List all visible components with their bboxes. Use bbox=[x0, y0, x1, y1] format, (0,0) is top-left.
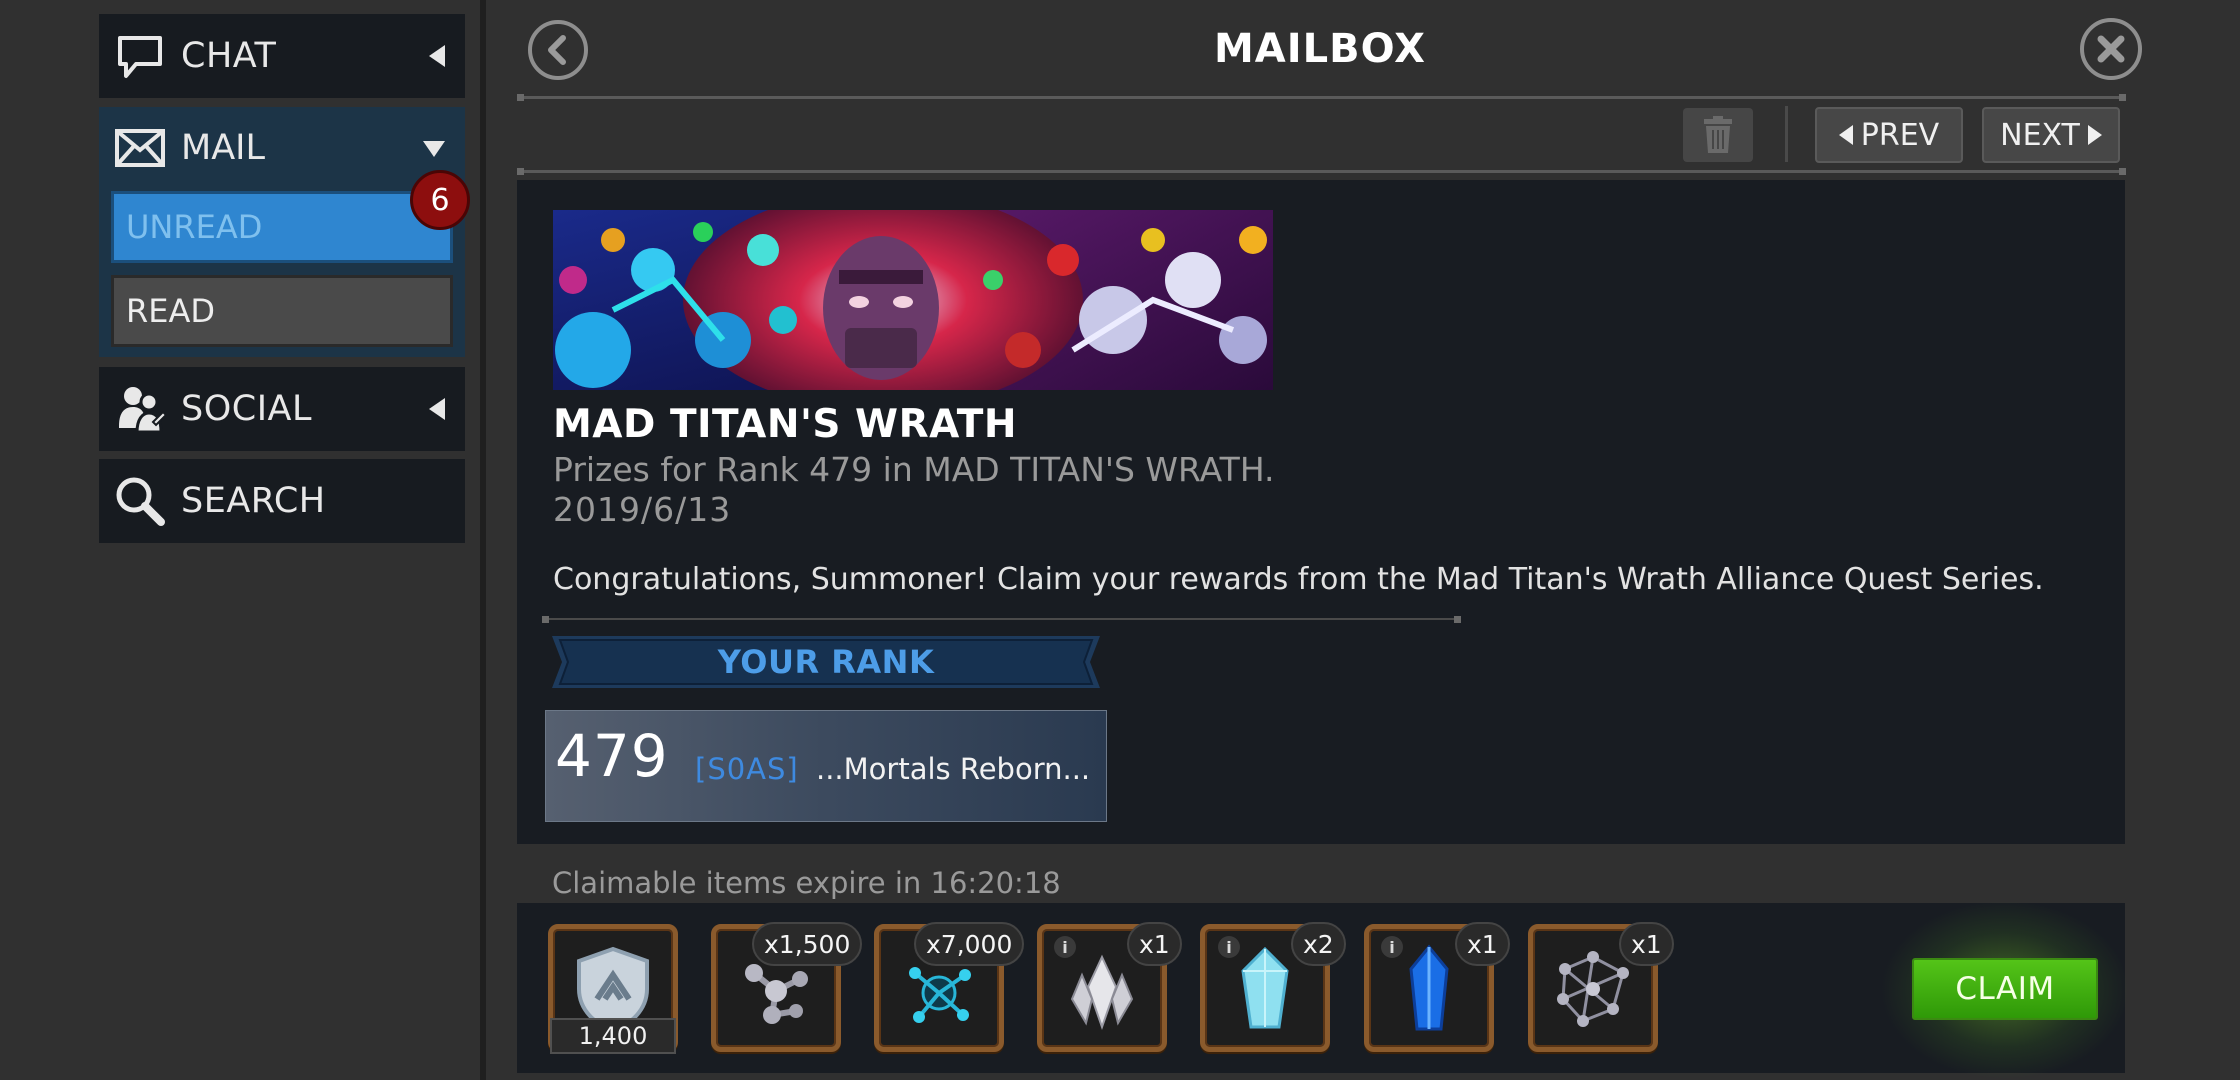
message-body: Congratulations, Summoner! Claim your re… bbox=[553, 562, 2044, 597]
toolbar-separator bbox=[1785, 106, 1788, 162]
unread-count-badge: 6 bbox=[410, 170, 470, 230]
claim-button[interactable]: CLAIM bbox=[1912, 958, 2098, 1020]
reward-quantity: x1,500 bbox=[752, 922, 863, 966]
rank-heading: YOUR RANK bbox=[717, 643, 935, 681]
reward-quantity: x1 bbox=[1455, 922, 1510, 966]
next-button[interactable]: NEXT bbox=[1982, 107, 2120, 163]
read-tab[interactable]: READ bbox=[111, 275, 453, 347]
unread-tab-label: UNREAD bbox=[126, 208, 263, 246]
chevron-left-icon bbox=[548, 35, 566, 65]
sidebar-item-search[interactable]: SEARCH bbox=[99, 459, 465, 543]
alliance-name: ...Mortals Reborn... bbox=[816, 752, 1091, 786]
sidebar-divider bbox=[480, 0, 486, 1080]
back-button[interactable] bbox=[528, 20, 588, 80]
divider bbox=[517, 94, 2126, 101]
alliance-tag[interactable]: [S0AS] bbox=[695, 752, 799, 786]
chevron-left-icon bbox=[429, 45, 445, 67]
prev-label: PREV bbox=[1860, 117, 1940, 153]
close-icon bbox=[2097, 35, 2125, 63]
divider bbox=[517, 168, 2126, 175]
sidebar-item-chat[interactable]: CHAT bbox=[99, 14, 465, 98]
sidebar-item-label: SEARCH bbox=[181, 481, 326, 521]
chevron-left-icon bbox=[429, 398, 445, 420]
envelope-icon bbox=[113, 121, 167, 175]
reward-quantity: x1 bbox=[1619, 922, 1674, 966]
triangle-left-icon bbox=[1838, 125, 1853, 145]
sidebar-item-label: CHAT bbox=[181, 36, 277, 76]
close-button[interactable] bbox=[2080, 18, 2142, 80]
sidebar: CHAT MAIL UNREAD READ 6 SOCIAL SEARCH bbox=[0, 0, 480, 1080]
info-icon[interactable]: i bbox=[1218, 936, 1240, 958]
sidebar-item-label: MAIL bbox=[181, 128, 265, 168]
rank-number: 479 bbox=[555, 722, 669, 790]
sidebar-item-label: SOCIAL bbox=[181, 389, 312, 429]
reward-quantity: x2 bbox=[1291, 922, 1346, 966]
message-subtitle: Prizes for Rank 479 in MAD TITAN'S WRATH… bbox=[553, 450, 1275, 489]
chevron-down-icon bbox=[423, 141, 445, 157]
people-icon bbox=[113, 382, 167, 436]
read-tab-label: READ bbox=[126, 292, 215, 330]
trash-icon bbox=[1704, 116, 1732, 153]
prev-button[interactable]: PREV bbox=[1815, 107, 1963, 163]
info-icon[interactable]: i bbox=[1381, 936, 1403, 958]
triangle-right-icon bbox=[2087, 125, 2102, 145]
delete-button[interactable] bbox=[1683, 108, 1753, 162]
event-banner-image bbox=[553, 210, 1273, 390]
page-title: MAILBOX bbox=[1213, 26, 1427, 72]
claim-label: CLAIM bbox=[1955, 971, 2055, 1007]
message-date: 2019/6/13 bbox=[553, 490, 732, 529]
reward-quantity: 1,400 bbox=[550, 1018, 676, 1054]
sidebar-item-social[interactable]: SOCIAL bbox=[99, 367, 465, 451]
info-icon[interactable]: i bbox=[1054, 936, 1076, 958]
mail-group: MAIL UNREAD READ bbox=[99, 107, 465, 357]
reward-quantity: x7,000 bbox=[914, 922, 1025, 966]
unread-tab[interactable]: UNREAD bbox=[111, 191, 453, 263]
next-label: NEXT bbox=[2000, 117, 2080, 153]
reward-quantity: x1 bbox=[1127, 922, 1182, 966]
search-icon bbox=[113, 474, 167, 528]
sidebar-item-mail[interactable]: MAIL bbox=[99, 107, 465, 189]
message-title: MAD TITAN'S WRATH bbox=[553, 402, 1018, 447]
chat-bubble-icon bbox=[113, 29, 167, 83]
expire-timer: Claimable items expire in 16:20:18 bbox=[552, 866, 1061, 900]
divider bbox=[542, 616, 1461, 623]
